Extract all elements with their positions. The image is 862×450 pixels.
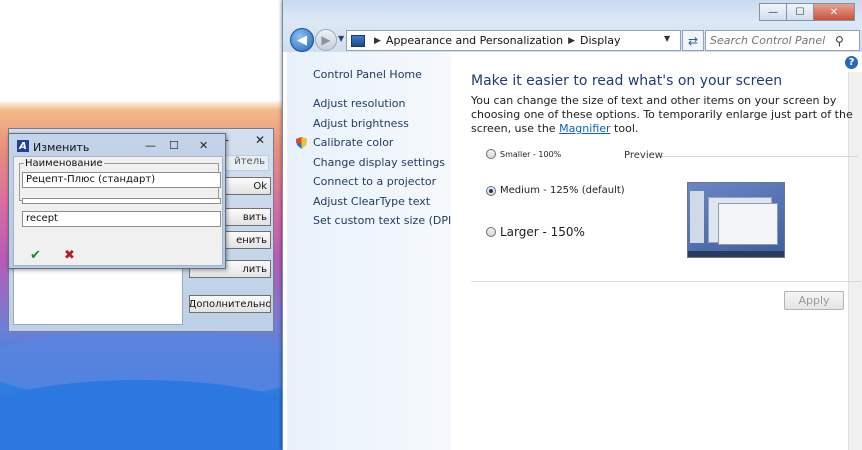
control-panel-window: — ☐ ✕ ◀ ▶ ▼ ▶ Appearance and Personaliza… bbox=[282, 0, 862, 450]
refresh-icon[interactable]: ⇄ bbox=[682, 30, 704, 51]
close-button[interactable]: ✕ bbox=[255, 133, 265, 147]
maximize-button[interactable]: ☐ bbox=[169, 139, 179, 152]
recent-pages-dropdown[interactable]: ▼ bbox=[338, 34, 344, 43]
chevron-right-icon[interactable]: ▶ bbox=[374, 36, 381, 46]
name-input[interactable]: Рецепт-Плюс (стандарт) bbox=[22, 172, 221, 188]
change-display-settings-link[interactable]: Change display settings bbox=[313, 156, 445, 169]
preview-taskbar bbox=[688, 251, 784, 257]
preview-sidebar bbox=[690, 191, 704, 243]
control-panel-icon bbox=[351, 34, 365, 47]
maximize-button[interactable]: ☐ bbox=[786, 3, 814, 21]
custom-text-size-link[interactable]: Set custom text size (DPI) bbox=[313, 214, 456, 227]
address-dropdown-icon[interactable]: ▼ bbox=[664, 34, 670, 43]
minimize-button[interactable]: — bbox=[145, 139, 156, 152]
option-label: Smaller - 100% bbox=[500, 149, 562, 159]
preview-window bbox=[718, 203, 778, 245]
apply-button[interactable]: Apply bbox=[784, 291, 844, 310]
adjust-resolution-link[interactable]: Adjust resolution bbox=[313, 97, 406, 110]
chevron-right-icon[interactable]: ▶ bbox=[568, 36, 575, 46]
close-button[interactable]: ✕ bbox=[813, 3, 855, 21]
wallpaper-band bbox=[0, 380, 320, 450]
dialog-body: Наименование Рецепт-Плюс (стандарт) rece… bbox=[13, 156, 223, 266]
search-box[interactable]: ⚲ bbox=[705, 30, 860, 51]
close-button[interactable]: ✕ bbox=[199, 139, 208, 152]
edit-dialog: A Изменить — ☐ ✕ Наименование Рецепт-Плю… bbox=[8, 133, 226, 269]
forward-arrow-icon[interactable]: ▶ bbox=[315, 29, 337, 51]
group-label: Наименование bbox=[24, 158, 104, 169]
connect-projector-link[interactable]: Connect to a projector bbox=[313, 175, 436, 188]
preview-label: Preview bbox=[624, 150, 663, 161]
search-input[interactable] bbox=[706, 32, 835, 49]
preview-image bbox=[687, 182, 785, 258]
preview-divider bbox=[662, 156, 858, 157]
description-text: You can change the size of text and othe… bbox=[471, 94, 853, 135]
control-panel-home-link[interactable]: Control Panel Home bbox=[313, 68, 422, 81]
page-description: You can change the size of text and othe… bbox=[471, 94, 862, 136]
minimize-button[interactable]: — bbox=[759, 3, 787, 21]
adjust-brightness-link[interactable]: Adjust brightness bbox=[313, 117, 409, 130]
option-smaller[interactable]: Smaller - 100% bbox=[486, 149, 561, 159]
dialog-title: Изменить bbox=[33, 141, 90, 154]
adjust-cleartype-link[interactable]: Adjust ClearType text bbox=[313, 195, 430, 208]
radio-button[interactable] bbox=[486, 227, 496, 237]
second-input[interactable]: recept bbox=[22, 211, 221, 227]
back-arrow-icon[interactable]: ◀ bbox=[290, 28, 314, 52]
address-bar[interactable]: ▶ Appearance and Personalization ▶ Displ… bbox=[346, 30, 681, 51]
search-icon[interactable]: ⚲ bbox=[835, 34, 844, 48]
divider bbox=[471, 281, 861, 282]
breadcrumb-display[interactable]: Display bbox=[580, 34, 621, 47]
option-medium[interactable]: Medium - 125% (default) bbox=[486, 185, 625, 196]
breadcrumb-appearance[interactable]: Appearance and Personalization bbox=[386, 34, 563, 47]
check-icon[interactable]: ✔ bbox=[30, 248, 41, 263]
main-content: ? Make it easier to read what's on your … bbox=[451, 52, 862, 450]
option-label: Medium - 125% (default) bbox=[500, 185, 625, 196]
option-larger[interactable]: Larger - 150% bbox=[486, 225, 585, 239]
separator-field bbox=[22, 198, 221, 204]
radio-button-selected[interactable] bbox=[486, 185, 496, 196]
more-button[interactable]: Дополнительно bbox=[189, 295, 271, 313]
radio-button[interactable] bbox=[486, 149, 496, 159]
shield-icon bbox=[296, 137, 307, 149]
task-pane: Control Panel Home Adjust resolution Adj… bbox=[287, 52, 456, 450]
close-icon[interactable]: ✖ bbox=[64, 248, 75, 263]
app-icon: A bbox=[17, 140, 29, 152]
page-title: Make it easier to read what's on your sc… bbox=[471, 73, 783, 89]
option-label: Larger - 150% bbox=[500, 225, 585, 239]
description-text-end: tool. bbox=[610, 122, 639, 135]
window-frame: — ☐ ✕ ◀ ▶ ▼ ▶ Appearance and Personaliza… bbox=[283, 0, 862, 52]
calibrate-color-link[interactable]: Calibrate color bbox=[313, 136, 393, 149]
caption-buttons: — ☐ ✕ bbox=[759, 3, 855, 21]
magnifier-link[interactable]: Magnifier bbox=[559, 122, 610, 135]
help-icon[interactable]: ? bbox=[845, 56, 858, 69]
